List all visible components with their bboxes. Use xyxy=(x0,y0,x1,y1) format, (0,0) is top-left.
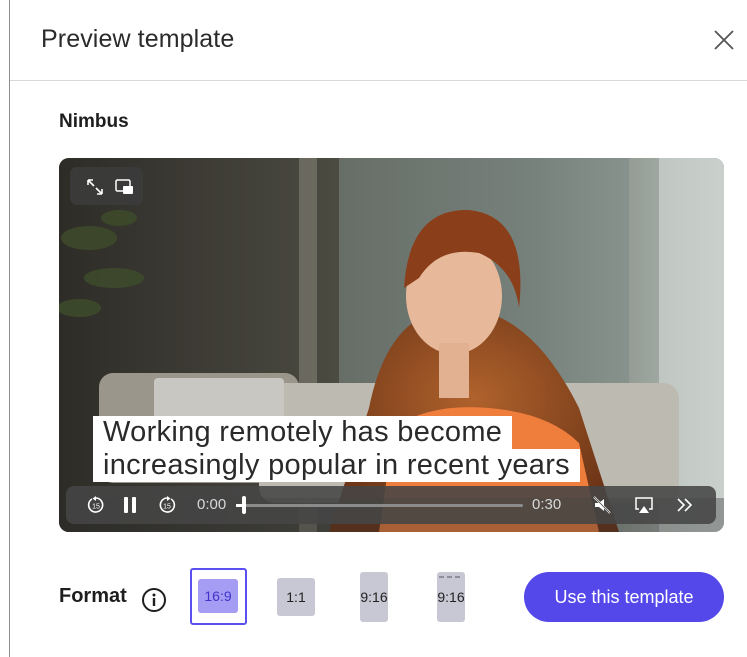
picture-in-picture-icon xyxy=(115,179,133,194)
close-icon xyxy=(714,30,734,50)
pause-button[interactable] xyxy=(120,495,140,515)
format-label: Format xyxy=(59,585,127,607)
rewind-seconds: 15 xyxy=(92,504,100,511)
current-time: 0:00 xyxy=(197,496,227,513)
mute-button[interactable] xyxy=(592,495,612,515)
video-player[interactable]: Working remotely has become increasingly… xyxy=(59,158,724,532)
template-name: Nimbus xyxy=(59,111,129,132)
forward-15-button[interactable]: 15 xyxy=(157,495,177,515)
forward-15-icon: 15 xyxy=(159,496,176,513)
airplay-icon xyxy=(635,497,653,513)
format-option-9-16[interactable]: 9:16 xyxy=(360,572,388,622)
mute-icon xyxy=(593,496,611,514)
format-option-16-9[interactable]: 16:9 xyxy=(198,579,238,613)
format-option-9-16-story[interactable]: 9:16 xyxy=(437,572,465,622)
picture-in-picture-button[interactable] xyxy=(114,177,134,197)
use-template-button[interactable]: Use this template xyxy=(524,572,724,622)
dashed-top-guide xyxy=(439,576,463,578)
close-button[interactable] xyxy=(711,27,737,53)
format-option-label: 9:16 xyxy=(437,572,465,622)
preview-template-dialog: Preview template Nimbus Working remotely… xyxy=(0,0,747,657)
format-option-label: 9:16 xyxy=(360,572,388,622)
fullscreen-button[interactable] xyxy=(85,177,105,197)
dialog-title: Preview template xyxy=(41,25,235,53)
airplay-button[interactable] xyxy=(634,495,654,515)
expand-icon xyxy=(87,179,103,195)
seek-bar[interactable] xyxy=(236,504,523,507)
rewind-15-icon: 15 xyxy=(87,496,104,513)
seek-handle[interactable] xyxy=(242,496,246,514)
format-option-label: 1:1 xyxy=(277,578,315,616)
format-info-button[interactable] xyxy=(141,587,167,613)
format-option-label: 16:9 xyxy=(198,579,238,613)
caption-line-2: increasingly popular in recent years xyxy=(93,449,580,482)
more-controls-button[interactable] xyxy=(675,495,695,515)
top-controls xyxy=(70,167,143,205)
caption-line-1: Working remotely has become xyxy=(93,416,513,449)
left-divider xyxy=(9,0,10,657)
info-icon xyxy=(142,588,166,612)
rewind-15-button[interactable]: 15 xyxy=(86,495,106,515)
double-chevron-right-icon xyxy=(677,498,693,512)
pause-icon xyxy=(124,497,136,513)
dialog-header: Preview template xyxy=(10,0,747,81)
playback-controls: 15 15 0:00 0:30 xyxy=(66,486,716,524)
forward-seconds: 15 xyxy=(163,504,171,511)
duration: 0:30 xyxy=(532,496,562,513)
format-option-1-1[interactable]: 1:1 xyxy=(277,578,315,616)
